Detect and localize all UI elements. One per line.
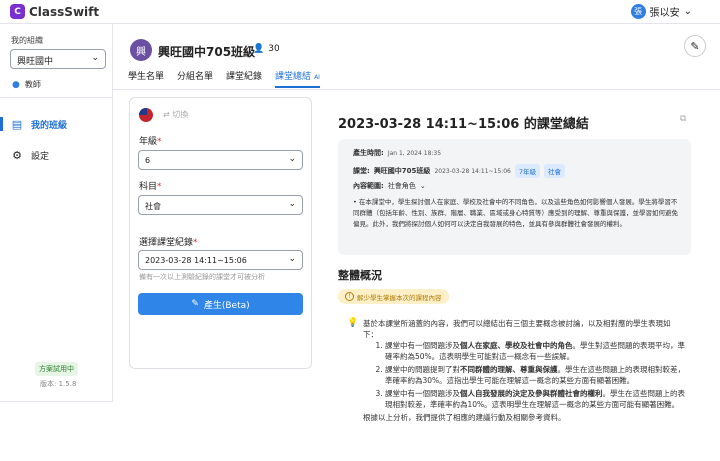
generate-label: 產生(Beta)	[203, 300, 250, 311]
grade-value: 6	[145, 156, 151, 165]
divider	[0, 401, 113, 402]
overview-closing: 根據以上分析，我們提供了相應的建議行動及相關參考資料。	[363, 413, 566, 422]
external-link-icon[interactable]: ⧉	[680, 114, 686, 124]
user-name: 張以安	[649, 8, 680, 19]
sidebar-item-settings[interactable]: ⚙ 設定	[10, 149, 49, 162]
version-label: 版本: 1.5.8	[40, 380, 77, 388]
org-select[interactable]: 興旺國中 ⌄	[10, 49, 106, 69]
subject-select[interactable]: 社會 ⌄	[138, 195, 303, 215]
concept-list: 課堂中有一個問題涉及個人在家庭、學校及社會中的角色。學生對這些問題的表現平均，準…	[363, 340, 685, 410]
divider	[0, 97, 113, 98]
class-avatar: 興	[130, 39, 152, 61]
person-icon: ●	[12, 79, 20, 90]
summary-info-box: 產生時間: Jan 1, 2024 18:35 課堂: 興旺國中705班級 20…	[338, 139, 691, 255]
wand-icon: ✎	[191, 299, 199, 309]
gear-icon: ⚙	[12, 149, 22, 162]
sidebar-item-label: 我的班級	[31, 121, 68, 131]
user-menu[interactable]: 張 張以安 ⌄	[630, 4, 692, 19]
scope-description: • 在本課堂中，學生探討個人在家庭、學校及社會中的不同角色，以及這些角色如何影響…	[353, 198, 678, 228]
list-item: 課堂中有一個問題涉及個人自我發展的決定及參與群體社會的權利。學生在這些問題上的表…	[385, 388, 685, 410]
switch-label: 切換	[172, 110, 189, 119]
subject-value: 社會	[145, 202, 161, 211]
chevron-down-icon: ⌄	[288, 154, 296, 164]
produced-time-row: 產生時間: Jan 1, 2024 18:35	[353, 148, 441, 158]
chevron-down-icon: ⌄	[288, 199, 296, 209]
record-value: 2023-03-28 14:11~15:06	[145, 256, 247, 265]
chevron-down-icon: ⌄	[288, 254, 296, 264]
taiwan-flag-icon	[139, 108, 153, 122]
grade-badge: 7年級	[514, 164, 540, 178]
person-icon: 👤	[253, 44, 265, 54]
produced-value: Jan 1, 2024 18:35	[387, 149, 442, 157]
classroom-icon: ▤	[11, 118, 23, 131]
record-label: 選擇課堂紀錄*	[139, 238, 198, 248]
record-hint: 備有一次以上測驗紀錄的課堂才可被分析	[139, 273, 265, 281]
record-select[interactable]: 2023-03-28 14:11~15:06 ⌄	[138, 250, 303, 270]
tab-groups[interactable]: 分組名單	[177, 69, 213, 88]
chevron-down-icon: ⌄	[419, 182, 426, 190]
tab-bar: 學生名單 分組名單 課堂紀錄 課堂總結 AI	[128, 69, 320, 88]
tab-divider	[113, 89, 720, 90]
role-indicator: ● 教師	[12, 79, 41, 90]
grade-label: 年級*	[139, 137, 162, 147]
summary-title: 2023-03-28 14:11~15:06 的課堂總結	[338, 117, 589, 132]
sidebar: 我的組織 興旺國中 ⌄ ● 教師 ▤ 我的班級 ⚙ 設定 方案試用中 版本: 1…	[0, 24, 113, 401]
overview-title: 整體概況	[338, 269, 382, 282]
scope-row[interactable]: 內容範圍: 社會角色 ⌄	[353, 181, 426, 191]
lesson-class: 興旺國中705班級	[373, 167, 431, 175]
org-label: 我的組織	[11, 36, 43, 45]
logo-icon: C	[10, 4, 25, 19]
overview-content: 基於本課堂所涵蓋的內容，我們可以總結出有三個主要概念被討論，以及相對應的學生表現…	[363, 318, 685, 423]
avatar: 張	[630, 4, 646, 19]
org-select-value: 興旺國中	[17, 57, 54, 67]
app-logo[interactable]: C ClassSwift	[10, 4, 99, 19]
generate-button[interactable]: ✎ 產生(Beta)	[138, 293, 303, 315]
plan-badge: 方案試用中	[35, 362, 78, 376]
student-count: 👤 30	[253, 44, 280, 54]
chevron-down-icon: ⌄	[91, 53, 99, 63]
lesson-time: 2023-03-28 14:11~15:06	[434, 167, 511, 175]
app-name: ClassSwift	[29, 4, 100, 19]
sidebar-item-my-classes[interactable]: ▤ 我的班級	[0, 117, 68, 131]
class-title: 興旺國中705班級	[158, 45, 256, 59]
grade-select[interactable]: 6 ⌄	[138, 150, 303, 170]
subject-label: 科目*	[139, 182, 162, 192]
ai-badge: AI	[314, 74, 320, 81]
subject-badge: 社會	[543, 164, 565, 178]
summary-form: ⇄ 切換 年級* 6 ⌄ 科目* 社會 ⌄ 選擇課堂紀錄* 2023-03-28…	[129, 97, 312, 369]
switch-button[interactable]: ⇄ 切換	[163, 109, 188, 120]
scope-label: 內容範圍:	[353, 182, 384, 190]
pencil-icon: ✎	[690, 39, 700, 53]
list-item: 課堂中的問題提到了對不同群體的理解、尊重與保護。學生在這些問題上的表現相對較差，…	[385, 364, 685, 386]
overview-status-pill: ! 解少學生掌握本次的課程內容	[338, 289, 449, 304]
lesson-label: 課堂:	[353, 167, 370, 175]
student-count-value: 30	[268, 44, 280, 54]
alert-icon: !	[345, 292, 354, 301]
edit-button[interactable]: ✎	[684, 35, 706, 57]
scope-value: 社會角色	[387, 182, 416, 190]
lightbulb-icon: 💡	[347, 318, 359, 328]
class-header: 興 興旺國中705班級 👤 30 ✎ 學生名單 分組名單 課堂紀錄 課堂總結 AI	[113, 24, 720, 90]
role-label: 教師	[24, 80, 41, 89]
tab-summary[interactable]: 課堂總結 AI	[275, 69, 320, 88]
pill-label: 解少學生掌握本次的課程內容	[357, 293, 442, 302]
list-item: 課堂中有一個問題涉及個人在家庭、學校及社會中的角色。學生對這些問題的表現平均，準…	[385, 340, 685, 362]
produced-label: 產生時間:	[353, 149, 384, 157]
lesson-row: 課堂: 興旺國中705班級 2023-03-28 14:11~15:06 7年級…	[353, 164, 565, 178]
tab-records[interactable]: 課堂紀錄	[226, 69, 262, 88]
sidebar-item-label: 設定	[31, 152, 50, 162]
overview-intro: 基於本課堂所涵蓋的內容，我們可以總結出有三個主要概念被討論，以及相對應的學生表現…	[363, 319, 671, 339]
top-bar: C ClassSwift 張 張以安 ⌄	[0, 0, 720, 24]
tab-students[interactable]: 學生名單	[128, 69, 164, 88]
tab-label: 課堂總結	[275, 72, 312, 82]
chevron-down-icon: ⌄	[683, 6, 692, 17]
